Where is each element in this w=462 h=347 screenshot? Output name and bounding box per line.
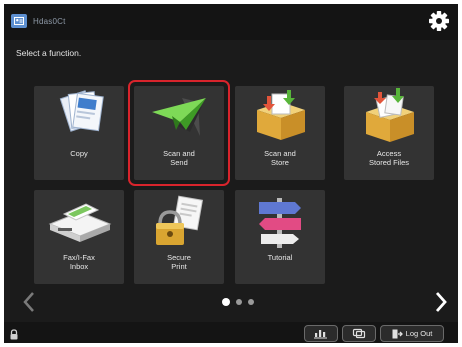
page-dot-3	[248, 299, 254, 305]
logout-label: Log Out	[405, 329, 433, 338]
tile-label-fax-inbox: Fax/I-Fax Inbox	[63, 253, 95, 271]
instruction-text: Select a function.	[16, 48, 82, 58]
page-dot-1	[222, 298, 230, 306]
logout-button[interactable]: Log Out	[380, 325, 444, 342]
signpost-icon	[259, 198, 301, 248]
selected-tile-highlight	[128, 80, 230, 186]
fax-tray-icon	[48, 203, 112, 242]
tile-secure-print[interactable]: Secure Print	[134, 190, 224, 284]
tile-label-scan-and-store: Scan and Store	[264, 149, 296, 167]
status-monitor-button[interactable]	[342, 325, 376, 342]
chevron-left-icon[interactable]	[20, 290, 38, 314]
top-bar: Hdas0Ct	[4, 4, 458, 40]
device-frame: Hdas0Ct Select a function. Copy Scan and…	[0, 0, 462, 347]
tile-scan-and-store[interactable]: Scan and Store	[235, 86, 325, 180]
tile-fax-inbox[interactable]: Fax/I-Fax Inbox	[34, 190, 124, 284]
tile-tutorial[interactable]: Tutorial	[235, 190, 325, 284]
user-info[interactable]: Hdas0Ct	[11, 14, 66, 28]
logout-icon	[392, 329, 403, 338]
chevron-right-icon[interactable]	[432, 290, 450, 314]
tile-label-copy: Copy	[70, 149, 88, 158]
gear-icon[interactable]	[428, 10, 450, 32]
copy-documents-icon	[59, 90, 104, 132]
tile-label-tutorial: Tutorial	[267, 253, 293, 262]
status-monitor-icon	[352, 328, 366, 339]
lock-icon	[10, 327, 18, 340]
page-indicator	[222, 298, 254, 306]
control-panel-screen: Hdas0Ct Select a function. Copy Scan and…	[4, 4, 458, 343]
status-bar: Log Out	[4, 322, 458, 343]
padlock-document-icon	[156, 195, 204, 245]
box-download-icon	[257, 90, 305, 140]
tile-access-stored-files[interactable]: Access Stored Files	[344, 86, 434, 180]
file-box-icon	[366, 88, 414, 142]
tile-copy[interactable]: Copy	[34, 86, 124, 180]
tile-label-secure-print: Secure Print	[167, 253, 191, 271]
page-dot-2	[236, 299, 242, 305]
tile-label-access-stored-files: Access Stored Files	[368, 149, 410, 167]
user-name: Hdas0Ct	[33, 16, 66, 26]
counter-icon	[314, 330, 327, 339]
counter-button[interactable]	[304, 325, 338, 342]
user-card-icon	[11, 14, 27, 28]
